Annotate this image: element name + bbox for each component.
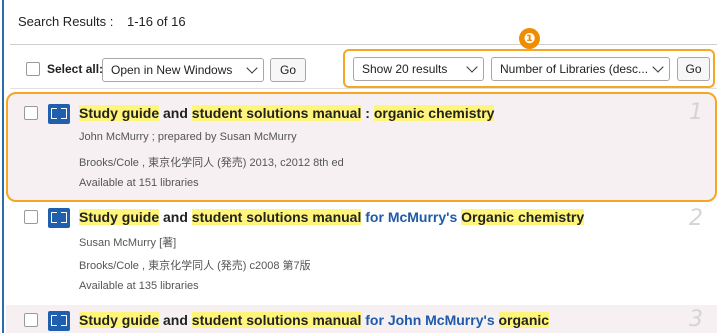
result-author: Susan McMurry [著]: [79, 237, 177, 249]
open-go-button[interactable]: Go: [270, 58, 306, 82]
result-author: John McMurry ; prepared by Susan McMurry: [79, 131, 297, 143]
result-checkbox[interactable]: [24, 210, 38, 224]
title-segment: and: [159, 312, 192, 328]
select-all-label: Select all:: [47, 62, 104, 76]
result-rank: 3: [689, 307, 703, 332]
title-segment: and: [159, 105, 192, 121]
result-title-link[interactable]: Study guide and student solutions manual…: [79, 209, 585, 225]
book-icon: [48, 311, 70, 331]
chevron-down-icon: [466, 61, 478, 73]
result-checkbox[interactable]: [24, 313, 38, 327]
title-segment: Organic chemistry: [461, 209, 585, 225]
title-segment: for McMurry's: [361, 209, 462, 225]
title-segment: and: [159, 209, 192, 225]
title-segment: Study guide: [79, 105, 160, 121]
results-of-word: of: [156, 14, 168, 29]
sort-go-button[interactable]: Go: [677, 57, 710, 81]
divider: [10, 88, 717, 89]
result-checkbox[interactable]: [24, 106, 38, 120]
results-header: Search Results : 1-16 of 16: [18, 14, 186, 29]
results-total: 16: [171, 14, 186, 29]
title-segment: student solutions manual: [191, 312, 362, 328]
page-size-select[interactable]: Show 20 results: [353, 57, 484, 81]
panel-left-border: [2, 0, 4, 333]
result-title-link[interactable]: Study guide and student solutions manual…: [79, 105, 495, 121]
result-title-link[interactable]: Study guide and student solutions manual…: [79, 312, 550, 328]
result-publisher: Brooks/Cole , 東京化学同人 (発売) 2013, c2012 8t…: [79, 157, 344, 169]
title-segment: Study guide: [79, 312, 160, 328]
result-rank: 1: [689, 100, 703, 125]
result-item: Study guide and student solutions manual…: [6, 92, 717, 202]
sort-select[interactable]: Number of Libraries (desc...: [491, 57, 670, 81]
title-segment: student solutions manual: [191, 209, 362, 225]
results-label: Search Results :: [18, 14, 114, 29]
book-icon: [48, 208, 70, 228]
results-range: 1-16: [127, 14, 154, 29]
title-segment: organic: [498, 312, 550, 328]
open-mode-value: Open in New Windows: [111, 63, 233, 77]
divider: [10, 44, 717, 45]
title-segment: student solutions manual: [191, 105, 362, 121]
result-availability: Available at 151 libraries: [79, 177, 199, 189]
callout-badge: ❶: [519, 28, 540, 49]
result-item: Study guide and student solutions manual…: [6, 204, 717, 300]
result-item: Study guide and student solutions manual…: [6, 305, 717, 333]
result-publisher: Brooks/Cole , 東京化学同人 (発売) c2008 第7版: [79, 260, 311, 272]
chevron-down-icon: [246, 62, 258, 74]
page-size-value: Show 20 results: [362, 62, 448, 76]
result-availability: Available at 135 libraries: [79, 280, 199, 292]
title-segment: Study guide: [79, 209, 160, 225]
title-segment: organic chemistry: [373, 105, 495, 121]
sort-value: Number of Libraries (desc...: [500, 62, 649, 76]
book-icon: [48, 104, 70, 124]
open-mode-select[interactable]: Open in New Windows: [102, 58, 264, 82]
title-segment: for John McMurry's: [361, 312, 499, 328]
search-results-panel: Search Results : 1-16 of 16 Select all: …: [0, 0, 717, 333]
title-segment: :: [361, 105, 374, 121]
select-all-checkbox[interactable]: [26, 62, 40, 76]
result-rank: 2: [689, 206, 703, 231]
chevron-down-icon: [652, 61, 664, 73]
